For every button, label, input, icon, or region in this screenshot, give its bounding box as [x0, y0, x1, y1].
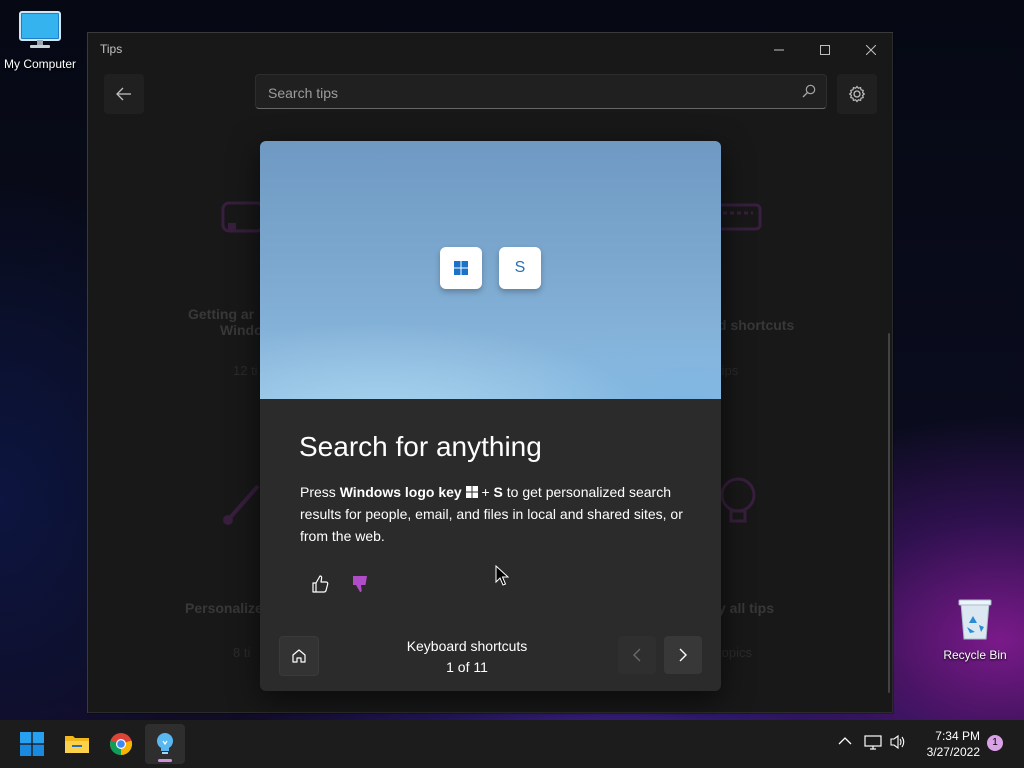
tip-hero-image: S — [260, 141, 721, 399]
tip-body: Press Windows logo key + S to get person… — [300, 481, 700, 547]
mouse-cursor-icon — [495, 565, 509, 586]
tip-dialog: S Search for anything Press Windows logo… — [260, 141, 721, 691]
tip-position: Keyboard shortcuts 1 of 11 — [380, 636, 554, 678]
active-indicator — [158, 759, 172, 762]
chevron-up-icon[interactable] — [838, 734, 852, 748]
desktop-icon-my-computer[interactable]: My Computer — [0, 10, 80, 71]
tip-title: Search for anything — [299, 431, 542, 462]
taskbar: 7:34 PM 3/27/2022 — [0, 720, 1024, 768]
desktop-icon-label: My Computer — [3, 57, 77, 71]
volume-icon[interactable] — [889, 734, 907, 750]
tip-body-text: Press — [300, 484, 340, 500]
clock-time: 7:34 PM — [935, 729, 980, 743]
thumbs-up-icon — [312, 575, 329, 593]
lightbulb-icon — [157, 733, 173, 754]
folder-icon — [65, 736, 89, 753]
recycle-bin-icon — [935, 597, 1015, 644]
tips-window: Tips Getting — [87, 32, 894, 714]
home-icon — [292, 649, 306, 663]
thumbs-down-icon — [353, 576, 367, 592]
monitor-icon — [0, 10, 80, 53]
notification-badge[interactable]: 1 — [987, 735, 1003, 751]
start-button[interactable] — [12, 724, 52, 764]
chevron-left-icon — [633, 648, 641, 662]
windows-key — [440, 247, 482, 289]
windows-logo-icon — [465, 486, 478, 498]
windows-logo-icon — [454, 261, 468, 275]
taskbar-tips[interactable] — [145, 724, 185, 764]
tip-body-key: Windows logo key — [339, 484, 462, 500]
clock-date: 3/27/2022 — [926, 745, 980, 759]
tip-category: Keyboard shortcuts — [406, 638, 528, 654]
taskbar-chrome[interactable] — [101, 724, 141, 764]
home-button[interactable] — [279, 636, 319, 676]
tip-body-key: S — [493, 484, 503, 500]
tip-counter: 1 of 11 — [446, 659, 488, 675]
previous-tip-button[interactable] — [618, 636, 656, 674]
next-tip-button[interactable] — [664, 636, 702, 674]
chevron-right-icon — [679, 648, 687, 662]
taskbar-file-explorer[interactable] — [57, 724, 97, 764]
tip-body-text: + — [477, 484, 494, 500]
s-key: S — [499, 247, 541, 289]
thumbs-up-button[interactable] — [307, 571, 333, 597]
chrome-icon — [109, 733, 133, 756]
network-icon[interactable] — [864, 734, 882, 750]
clock[interactable]: 7:34 PM 3/27/2022 — [918, 728, 980, 760]
windows-logo-icon — [20, 732, 44, 756]
desktop-icon-recycle-bin[interactable]: Recycle Bin — [935, 597, 1015, 662]
desktop-icon-label: Recycle Bin — [943, 648, 1007, 662]
thumbs-down-button[interactable] — [347, 571, 373, 597]
